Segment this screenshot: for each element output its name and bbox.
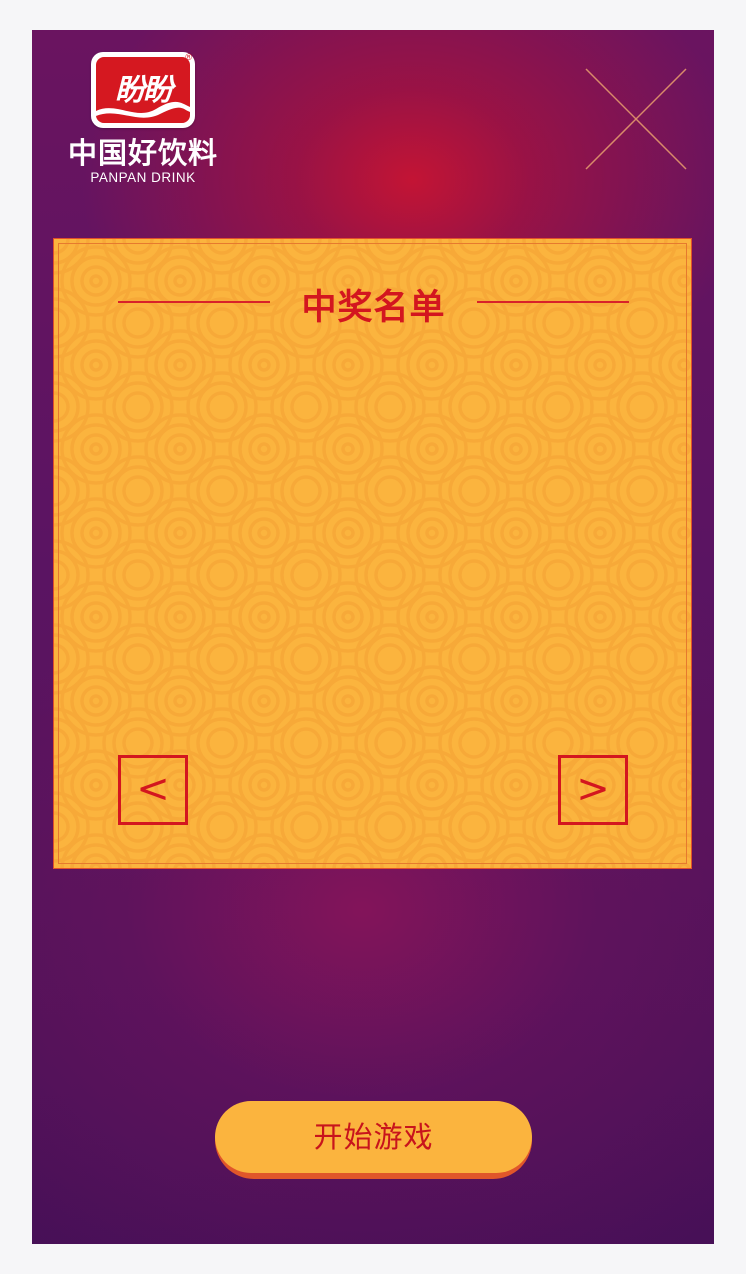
winner-list [114,349,634,729]
close-button[interactable] [584,67,688,171]
close-icon [585,68,687,170]
start-game-label: 开始游戏 [215,1101,532,1173]
corner-ornament [682,239,691,248]
prev-page-button[interactable]: < [118,755,188,825]
corner-ornament [54,239,63,248]
logo-wave-icon [96,101,190,123]
winners-panel: 中奖名单 < > [53,238,692,869]
logo-slogan-cn: 中国好饮料 [67,136,218,170]
title-divider-right [477,301,629,303]
next-page-button[interactable]: > [558,755,628,825]
corner-ornament [682,859,691,868]
start-game-button[interactable]: 开始游戏 [215,1101,532,1179]
panel-header: 中奖名单 [54,279,691,328]
panel-title: 中奖名单 [301,288,446,328]
registered-mark: ® [185,52,192,62]
brand-logo: 盼盼 ® 中国好饮料 PANPAN DRINK [58,50,228,190]
logo-badge: 盼盼 ® [91,52,195,128]
screen: 盼盼 ® 中国好饮料 PANPAN DRINK 中奖名单 < > 开始游戏 [32,30,714,1244]
logo-slogan-en: PANPAN DRINK [90,170,196,185]
corner-ornament [54,859,63,868]
